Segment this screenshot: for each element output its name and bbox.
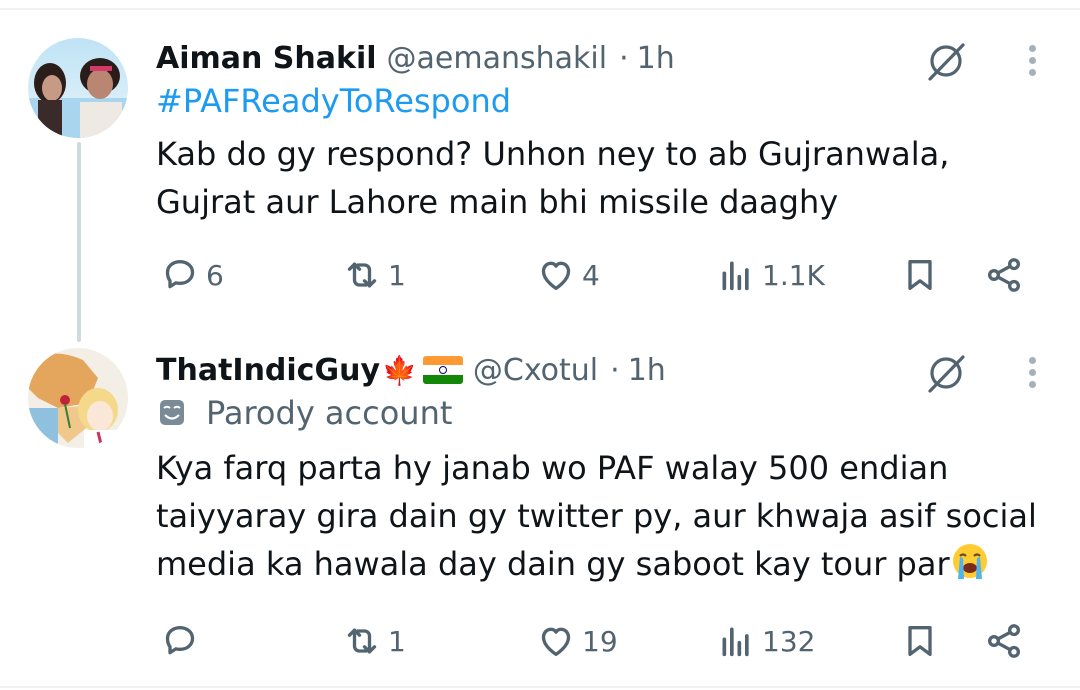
bookmark-button[interactable] — [900, 616, 940, 666]
more-icon — [1028, 45, 1036, 52]
bottom-divider — [0, 686, 1080, 688]
tweet-header: Aiman Shakil @aemanshakil · 1h — [156, 36, 675, 80]
like-button[interactable]: 19 — [536, 616, 618, 666]
separator-dot: · — [610, 352, 620, 388]
like-count: 19 — [582, 624, 618, 658]
action-bar: 1 19 132 — [156, 616, 1036, 666]
views-count: 132 — [762, 624, 816, 658]
grok-icon — [928, 43, 965, 81]
repost-icon — [347, 262, 377, 288]
reply-button[interactable]: 6 — [160, 250, 224, 300]
author-name[interactable]: ThatIndicGuy — [156, 353, 380, 388]
more-icon — [1028, 357, 1036, 364]
reply-icon — [165, 626, 195, 655]
bookmark-icon — [908, 626, 932, 656]
hashtag-link[interactable]: #PAFReadyToRespond — [156, 82, 511, 120]
views-count: 1.1K — [762, 258, 825, 292]
share-button[interactable] — [984, 250, 1024, 300]
tweet-header: ThatIndicGuy 🍁 @Cxotul · 1h — [156, 348, 666, 392]
bookmark-button[interactable] — [900, 250, 940, 300]
reply-button[interactable] — [160, 616, 206, 666]
repost-count: 1 — [388, 258, 406, 292]
timestamp[interactable]: 1h — [628, 353, 666, 388]
separator-dot: · — [619, 40, 629, 76]
author-handle[interactable]: @Cxotul — [473, 353, 598, 388]
tweet-text-line: Gujrat aur Lahore main bhi missile daagh… — [156, 183, 839, 221]
parody-label: Parody account — [156, 394, 452, 432]
timestamp[interactable]: 1h — [637, 41, 675, 76]
theater-masks-icon — [160, 400, 184, 425]
avatar[interactable] — [28, 348, 128, 448]
repost-button[interactable]: 1 — [342, 250, 406, 300]
india-flag-emoji — [422, 356, 463, 384]
maple-leaf-emoji: 🍁 — [382, 353, 417, 387]
share-icon — [988, 624, 1020, 658]
tweet-text: Kya farq parta hy janab wo PAF walay 500… — [156, 444, 1037, 588]
views-button[interactable]: 1.1K — [716, 250, 825, 300]
like-count: 4 — [582, 258, 600, 292]
repost-icon — [347, 628, 377, 654]
more-options-button[interactable] — [1022, 352, 1042, 392]
reply-count: 6 — [206, 258, 224, 292]
avatar[interactable] — [28, 38, 128, 138]
parody-account-label: Parody account — [206, 394, 453, 432]
grok-button[interactable] — [922, 348, 970, 396]
like-icon — [541, 261, 571, 290]
tweet[interactable]: ThatIndicGuy 🍁 @Cxotul · 1h Parody accou… — [0, 340, 1080, 686]
views-icon — [722, 627, 749, 657]
views-button[interactable]: 132 — [716, 616, 815, 666]
tweet[interactable]: Aiman Shakil @aemanshakil · 1h #PAFReady… — [0, 28, 1080, 328]
tweet-text-line: Kab do gy respond? Unhon ney to ab Gujra… — [156, 135, 950, 173]
like-icon — [541, 627, 571, 656]
grok-icon — [928, 355, 965, 393]
share-button[interactable] — [984, 616, 1024, 666]
top-divider — [0, 8, 1080, 10]
author-name[interactable]: Aiman Shakil — [156, 41, 377, 76]
grok-button[interactable] — [922, 36, 970, 84]
tweet-text: Kab do gy respond? Unhon ney to ab Gujra… — [156, 130, 1036, 226]
more-options-button[interactable] — [1022, 40, 1042, 80]
share-icon — [988, 258, 1020, 292]
tweet-text-line: taiyyaray gira dain gy twitter py, aur k… — [156, 497, 1037, 535]
tweet-text-segment: media ka hawala day dain gy saboot kay t… — [156, 545, 950, 583]
bookmark-icon — [908, 260, 932, 290]
like-button[interactable]: 4 — [536, 250, 600, 300]
author-handle[interactable]: @aemanshakil — [387, 41, 608, 76]
repost-count: 1 — [388, 624, 406, 658]
reply-icon — [165, 260, 195, 289]
views-icon — [722, 261, 749, 291]
loudly-crying-face-emoji — [952, 544, 987, 579]
repost-button[interactable]: 1 — [342, 616, 406, 666]
tweet-text-line: Kya farq parta hy janab wo PAF walay 500… — [156, 449, 949, 487]
tweet-text-line: media ka hawala day dain gy saboot kay t… — [156, 540, 1036, 588]
action-bar: 6 1 4 1.1K — [156, 250, 1036, 300]
